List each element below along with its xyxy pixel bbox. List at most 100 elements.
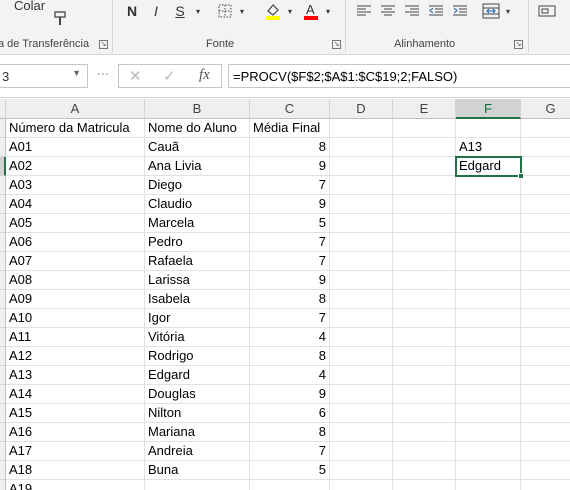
italic-button[interactable]: I	[146, 0, 166, 22]
table-cell[interactable]: Douglas	[145, 385, 250, 404]
header-cell[interactable]	[330, 119, 393, 138]
table-cell[interactable]: 7	[250, 252, 330, 271]
table-cell[interactable]	[521, 385, 570, 404]
table-cell[interactable]	[456, 290, 521, 309]
merge-dropdown-icon[interactable]: ▾	[502, 0, 514, 22]
cancel-icon[interactable]: ✕	[129, 67, 142, 85]
table-cell[interactable]: Andreia	[145, 442, 250, 461]
table-cell[interactable]: 9	[250, 157, 330, 176]
table-cell[interactable]: A02	[6, 157, 145, 176]
table-cell[interactable]	[521, 461, 570, 480]
table-cell[interactable]	[456, 461, 521, 480]
table-cell[interactable]	[393, 252, 456, 271]
table-cell[interactable]: A12	[6, 347, 145, 366]
table-cell[interactable]: A08	[6, 271, 145, 290]
table-cell[interactable]: A17	[6, 442, 145, 461]
table-cell[interactable]	[330, 138, 393, 157]
table-cell[interactable]: Diego	[145, 176, 250, 195]
table-cell[interactable]	[456, 252, 521, 271]
table-cell[interactable]	[521, 366, 570, 385]
align-right-icon[interactable]	[402, 0, 422, 22]
table-cell[interactable]	[330, 290, 393, 309]
table-cell[interactable]: 9	[250, 195, 330, 214]
table-cell[interactable]: 8	[250, 138, 330, 157]
table-cell[interactable]: A07	[6, 252, 145, 271]
table-cell[interactable]: 6	[250, 404, 330, 423]
formula-bar-resize-handle[interactable]: ⋮	[96, 68, 110, 78]
table-cell[interactable]: Cauã	[145, 138, 250, 157]
bold-button[interactable]: N	[122, 0, 142, 22]
table-cell[interactable]: Buna	[145, 461, 250, 480]
table-cell[interactable]	[393, 442, 456, 461]
font-color-dropdown-icon[interactable]: ▾	[322, 0, 334, 22]
table-cell[interactable]	[456, 385, 521, 404]
font-launcher-icon[interactable]: ↘	[332, 40, 341, 49]
table-cell[interactable]	[145, 480, 250, 490]
table-cell[interactable]: Marcela	[145, 214, 250, 233]
table-cell[interactable]: 4	[250, 366, 330, 385]
table-cell[interactable]	[330, 176, 393, 195]
header-cell[interactable]	[393, 119, 456, 138]
table-cell[interactable]: Nilton	[145, 404, 250, 423]
table-cell[interactable]: Rafaela	[145, 252, 250, 271]
table-cell[interactable]	[521, 138, 570, 157]
table-cell[interactable]: 8	[250, 290, 330, 309]
column-header-f[interactable]: F	[456, 99, 521, 119]
table-cell[interactable]	[456, 214, 521, 233]
table-cell[interactable]: A13	[6, 366, 145, 385]
table-cell[interactable]: 4	[250, 328, 330, 347]
paste-label[interactable]: Colar	[14, 0, 45, 13]
column-header-g[interactable]: G	[521, 99, 570, 119]
underline-dropdown-icon[interactable]: ▾	[192, 0, 204, 22]
table-cell[interactable]: Claudio	[145, 195, 250, 214]
table-cell[interactable]: 7	[250, 442, 330, 461]
column-header-a[interactable]: A	[6, 99, 145, 119]
table-cell[interactable]	[393, 404, 456, 423]
table-cell[interactable]	[393, 461, 456, 480]
table-cell[interactable]	[393, 423, 456, 442]
table-cell[interactable]	[521, 214, 570, 233]
table-cell[interactable]	[330, 157, 393, 176]
header-cell[interactable]: Média Final	[250, 119, 330, 138]
align-center-icon[interactable]	[378, 0, 398, 22]
table-cell[interactable]	[393, 233, 456, 252]
table-cell[interactable]	[393, 480, 456, 490]
table-cell[interactable]	[330, 385, 393, 404]
table-cell[interactable]	[521, 442, 570, 461]
table-cell[interactable]	[330, 195, 393, 214]
table-cell[interactable]	[330, 347, 393, 366]
table-cell[interactable]: A06	[6, 233, 145, 252]
table-cell[interactable]	[456, 195, 521, 214]
borders-icon[interactable]	[214, 0, 236, 22]
lookup-key-cell[interactable]: A13	[456, 138, 521, 157]
table-cell[interactable]	[521, 347, 570, 366]
table-cell[interactable]	[456, 347, 521, 366]
table-cell[interactable]	[330, 271, 393, 290]
table-cell[interactable]	[521, 480, 570, 490]
alignment-launcher-icon[interactable]: ↘	[514, 40, 523, 49]
table-cell[interactable]: Igor	[145, 309, 250, 328]
table-cell[interactable]: A09	[6, 290, 145, 309]
number-format-icon[interactable]	[536, 0, 558, 22]
table-cell[interactable]: Vitória	[145, 328, 250, 347]
table-cell[interactable]	[393, 385, 456, 404]
table-cell[interactable]: A01	[6, 138, 145, 157]
header-cell[interactable]	[456, 119, 521, 138]
table-cell[interactable]	[393, 290, 456, 309]
table-cell[interactable]	[330, 366, 393, 385]
table-cell[interactable]	[393, 271, 456, 290]
format-painter-icon[interactable]	[50, 8, 70, 30]
align-left-icon[interactable]	[354, 0, 374, 22]
table-cell[interactable]: 5	[250, 461, 330, 480]
column-header-e[interactable]: E	[393, 99, 456, 119]
name-box-dropdown-icon[interactable]: ▼	[72, 68, 81, 78]
table-cell[interactable]: A16	[6, 423, 145, 442]
table-cell[interactable]	[330, 423, 393, 442]
table-cell[interactable]	[330, 252, 393, 271]
table-cell[interactable]: A15	[6, 404, 145, 423]
table-cell[interactable]	[456, 176, 521, 195]
table-cell[interactable]	[393, 157, 456, 176]
table-cell[interactable]: 7	[250, 233, 330, 252]
table-cell[interactable]	[456, 480, 521, 490]
table-cell[interactable]	[393, 366, 456, 385]
